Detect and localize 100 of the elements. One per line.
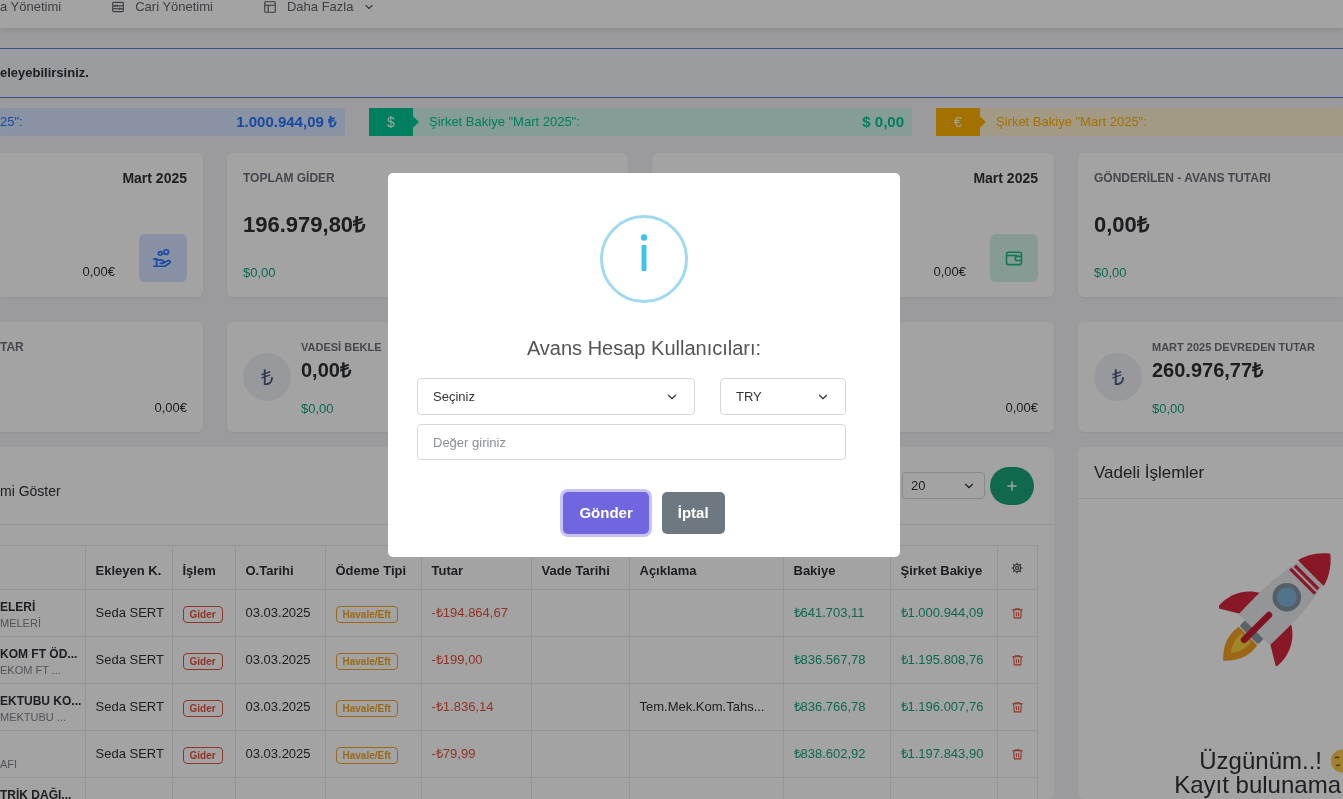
card-value: 0,00₺ [301, 358, 351, 382]
column-header: Ödeme Tipi [335, 562, 407, 578]
balance-amount: $ 0,00 [862, 111, 905, 132]
column-header: Şirket Bakiye [900, 562, 983, 578]
payment-badge: Havale/Eft [335, 606, 398, 623]
table-cell: ₺1.000.944,09 [890, 589, 997, 637]
table-cell: Tem.Mek.Kom.Tahs... [629, 683, 783, 731]
table-cell: 03.03.2025 [235, 589, 325, 637]
amount-input[interactable]: Değer giriniz [417, 424, 846, 460]
card-period: Mart 2025 [122, 171, 187, 185]
currency-symbol: ₺ [243, 353, 291, 401]
eur-amount: 0,00€ [1005, 400, 1038, 416]
layout-icon [263, 0, 277, 14]
table-cell: -₺199,00 [421, 636, 531, 684]
usd-amount: $0,00 [1094, 265, 1127, 281]
column-header: Ekleyen K. [95, 562, 162, 578]
table-cell: Seda SERT [85, 636, 172, 684]
column-header: Bakiye [793, 562, 836, 578]
table-cell: ₺1.196.007,76 [890, 683, 997, 731]
table-cell: -₺194.864,67 [421, 589, 531, 637]
nav-link[interactable]: Daha Fazla [263, 0, 376, 14]
nav-link[interactable]: a Yönetimi [0, 0, 62, 14]
currency-select[interactable]: TRY [720, 378, 846, 415]
balance-label: Şirket Bakiye "Mart 2025": [996, 113, 1147, 132]
column-header: Vade Tarihi [541, 562, 610, 578]
cancel-button[interactable]: İptal [661, 492, 725, 534]
empty-text: Kayıt bulunama [1174, 773, 1341, 797]
currency-tag: € [936, 108, 986, 136]
empty-title: Üzgünüm..! [1199, 749, 1322, 773]
operation-badge: Gider [182, 653, 223, 670]
payment-badge: Havale/Eft [335, 747, 398, 764]
row-subtitle: AFI [0, 758, 18, 770]
table-cell: ₺836.567,78 [783, 636, 890, 684]
card-title: VADESİ BEKLE [301, 340, 382, 354]
eur-amount: 0,00€ [82, 264, 115, 280]
row-subtitle: MELERİ [0, 617, 41, 629]
usd-amount: $0,00 [1152, 401, 1185, 417]
notice-text: eleyebilirsiniz. [0, 64, 89, 83]
trash-icon[interactable] [1010, 747, 1024, 761]
settings-icon[interactable] [1011, 561, 1023, 574]
row-subtitle: EKOM FT ... [0, 664, 61, 676]
nav-link[interactable]: Cari Yönetimi [111, 0, 213, 14]
row-title: TRİK DAĞI... [0, 788, 72, 799]
add-button[interactable] [990, 466, 1034, 505]
eur-amount: 0,00€ [154, 400, 187, 416]
row-subtitle: MEKTUBU ... [0, 711, 66, 723]
page-size-select[interactable]: 20 [902, 472, 985, 499]
card-title: MART 2025 DEVREDEN TUTAR [1152, 340, 1315, 354]
panel-title: Vadeli İşlemler [1094, 461, 1205, 484]
row-title: ELERİ [0, 600, 36, 614]
emoji-icon [1330, 749, 1343, 773]
table-cell: ₺836.766,78 [783, 683, 890, 731]
card-value: 260.976,77₺ [1152, 358, 1264, 382]
table-cell: 03.03.2025 [235, 683, 325, 731]
column-header: Açıklama [639, 562, 697, 578]
column-header: İşlem [182, 562, 216, 578]
currency-tag: $ [369, 108, 419, 136]
table-cell: 03.03.2025 [235, 636, 325, 684]
eur-amount: 0,00€ [933, 264, 966, 280]
filter-label: mi Göster [0, 482, 61, 501]
trash-icon[interactable] [1010, 700, 1024, 714]
abacus-icon [111, 0, 126, 14]
row-title: KOM FT ÖD... [0, 647, 78, 661]
table-cell: Seda SERT [85, 589, 172, 637]
currency-symbol: ₺ [1094, 353, 1142, 401]
table-cell: Seda SERT [85, 683, 172, 731]
card-title: TOPLAM GİDER [243, 171, 335, 185]
table-cell: ₺1.195.808,76 [890, 636, 997, 684]
table-cell: Seda SERT [85, 730, 172, 778]
balance-label: Şirket Bakiye "Mart 2025": [429, 113, 580, 132]
table-cell: ₺838.602,92 [783, 730, 890, 778]
user-select[interactable]: Seçiniz [417, 378, 695, 415]
column-header: O.Tarihi [245, 562, 294, 578]
plus-icon [1005, 478, 1019, 493]
payment-badge: Havale/Eft [335, 653, 398, 670]
card-title: TAR [0, 340, 24, 354]
card-period: Mart 2025 [973, 171, 1038, 185]
operation-badge: Gider [182, 747, 223, 764]
payment-badge: Havale/Eft [335, 700, 398, 717]
card-value: 0,00₺ [1094, 211, 1150, 239]
table-cell: ₺1.197.843,90 [890, 730, 997, 778]
table-cell: -₺79,99 [421, 730, 531, 778]
info-icon [600, 215, 688, 303]
table-cell: 03.03.2025 [235, 730, 325, 778]
table-cell: -₺1.836,14 [421, 683, 531, 731]
trash-icon[interactable] [1010, 606, 1024, 620]
column-header: Tutar [431, 562, 464, 578]
balance-label: 25": [0, 113, 23, 132]
submit-button[interactable]: Gönder [563, 492, 649, 534]
table-cell: ₺641.703,11 [783, 589, 890, 637]
usd-amount: $0,00 [243, 265, 276, 281]
row-title: EKTUBU KO... [0, 694, 82, 708]
trash-icon[interactable] [1010, 653, 1024, 667]
balance-amount: 1.000.944,09 ₺ [236, 111, 338, 132]
card-title: GÖNDERİLEN - AVANS TUTARI [1094, 171, 1271, 185]
card-value: 196.979,80₺ [243, 211, 367, 239]
operation-badge: Gider [182, 700, 223, 717]
operation-badge: Gider [182, 606, 223, 623]
usd-amount: $0,00 [301, 401, 334, 417]
modal-title: Avans Hesap Kullanıcıları: [526, 336, 762, 361]
